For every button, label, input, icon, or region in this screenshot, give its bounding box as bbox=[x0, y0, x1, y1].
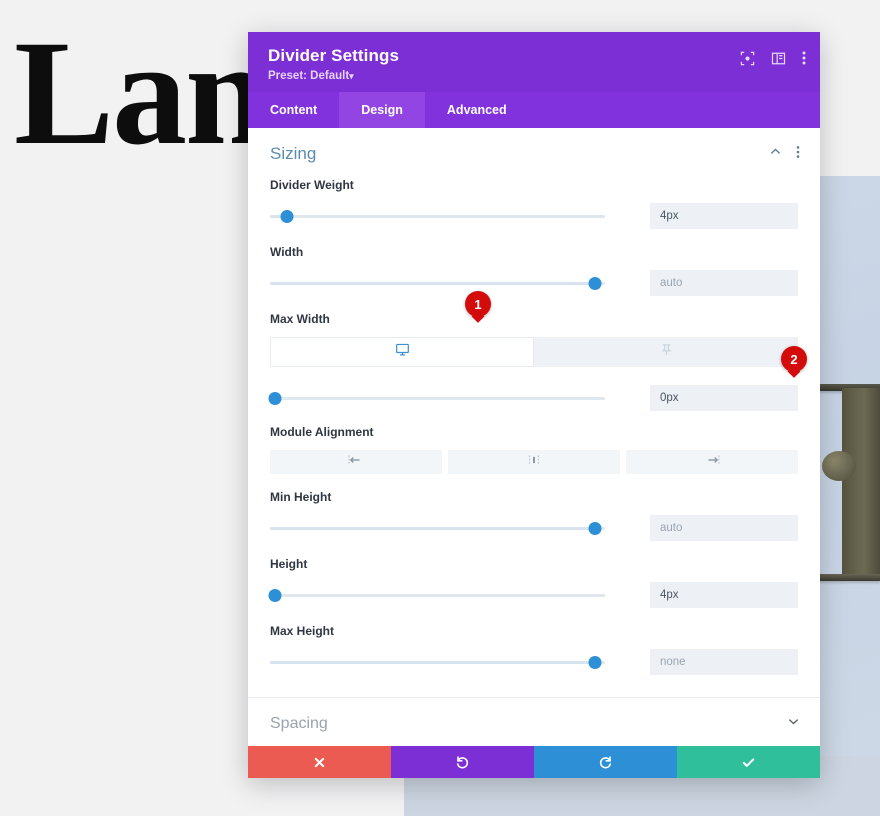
max-width-device-tabs bbox=[270, 337, 798, 367]
tab-content[interactable]: Content bbox=[248, 92, 339, 128]
field-label: Module Alignment bbox=[270, 425, 374, 439]
min-height-input[interactable] bbox=[650, 515, 798, 541]
section-spacing[interactable]: Spacing bbox=[248, 698, 820, 750]
field-height: Height bbox=[268, 557, 798, 608]
more-vertical-icon[interactable] bbox=[796, 145, 800, 164]
slider-track bbox=[270, 594, 605, 597]
align-left-icon bbox=[348, 453, 364, 471]
modal-header: Divider Settings Preset: Default▾ bbox=[248, 32, 820, 92]
section-title: Spacing bbox=[270, 715, 328, 732]
slider-knob[interactable] bbox=[268, 392, 282, 405]
more-vertical-icon[interactable] bbox=[802, 50, 806, 66]
responsive-pin-icon bbox=[660, 343, 673, 362]
slider-knob[interactable] bbox=[588, 522, 602, 535]
divider-settings-modal: Divider Settings Preset: Default▾ Conten… bbox=[248, 32, 820, 778]
height-input[interactable] bbox=[650, 582, 798, 608]
max-width-slider[interactable] bbox=[268, 391, 605, 405]
field-max-width: Max Width bbox=[268, 312, 798, 411]
field-label: Width bbox=[270, 245, 304, 259]
cancel-button[interactable] bbox=[248, 746, 391, 778]
control-row bbox=[270, 270, 798, 296]
slider-track bbox=[270, 215, 605, 218]
control-row bbox=[268, 385, 798, 411]
slider-knob[interactable] bbox=[280, 210, 294, 223]
min-height-slider[interactable] bbox=[270, 521, 605, 535]
slider-knob[interactable] bbox=[268, 589, 282, 602]
redo-icon bbox=[599, 755, 612, 768]
slider-fill bbox=[270, 661, 595, 664]
section-header-icons bbox=[769, 145, 800, 164]
focus-target-icon[interactable] bbox=[740, 51, 755, 66]
field-width: Width bbox=[270, 245, 798, 296]
field-label: Min Height bbox=[270, 490, 332, 504]
control-row bbox=[270, 515, 798, 541]
field-label: Height bbox=[270, 557, 308, 571]
height-slider[interactable] bbox=[268, 588, 605, 602]
modal-title: Divider Settings bbox=[268, 46, 400, 65]
modal-tabs: Content Design Advanced bbox=[248, 92, 820, 128]
width-slider[interactable] bbox=[270, 276, 605, 290]
slider-knob[interactable] bbox=[588, 656, 602, 669]
align-left-button[interactable] bbox=[270, 450, 442, 474]
field-min-height: Min Height bbox=[270, 490, 798, 541]
slider-track bbox=[270, 397, 605, 400]
modal-header-icons bbox=[740, 50, 806, 66]
device-tab-responsive[interactable] bbox=[534, 337, 798, 367]
tab-design[interactable]: Design bbox=[339, 92, 425, 128]
chevron-down-icon: ▾ bbox=[349, 71, 354, 81]
check-icon bbox=[742, 758, 755, 767]
control-row bbox=[270, 649, 798, 675]
callout-badge-1: 1 bbox=[465, 291, 491, 317]
slider-fill bbox=[270, 527, 595, 530]
background-left-panel bbox=[0, 176, 248, 756]
save-button[interactable] bbox=[677, 746, 820, 778]
sizing-fields: Divider Weight Width bbox=[248, 178, 820, 675]
divider-weight-input[interactable] bbox=[650, 203, 798, 229]
field-module-alignment: Module Alignment bbox=[270, 425, 798, 474]
max-height-input[interactable] bbox=[650, 649, 798, 675]
module-alignment-options bbox=[270, 450, 798, 474]
control-row bbox=[270, 203, 798, 229]
device-tab-desktop[interactable] bbox=[270, 337, 534, 367]
undo-button[interactable] bbox=[391, 746, 534, 778]
max-width-input[interactable] bbox=[650, 385, 798, 411]
desktop-icon bbox=[395, 342, 410, 362]
slider-fill bbox=[270, 282, 595, 285]
section-header-sizing: Sizing bbox=[248, 128, 820, 178]
control-row bbox=[268, 582, 798, 608]
callout-badge-2: 2 bbox=[781, 346, 807, 372]
section-title: Sizing bbox=[270, 144, 317, 163]
slider-knob[interactable] bbox=[588, 277, 602, 290]
preset-selector[interactable]: Preset: Default▾ bbox=[268, 70, 800, 82]
field-label: Max Width bbox=[270, 312, 330, 326]
modal-action-bar bbox=[248, 746, 820, 778]
photo-finial bbox=[822, 451, 856, 481]
align-right-button[interactable] bbox=[626, 450, 798, 474]
align-center-icon bbox=[526, 453, 542, 471]
chevron-down-icon bbox=[787, 715, 800, 733]
align-center-button[interactable] bbox=[448, 450, 620, 474]
panel-layout-icon[interactable] bbox=[771, 51, 786, 66]
align-right-icon bbox=[704, 453, 720, 471]
modal-body: Sizing Divider Weight 4px Width auto Max… bbox=[248, 128, 820, 778]
preset-label: Preset: Default bbox=[268, 70, 350, 82]
field-max-height: Max Height bbox=[270, 624, 798, 675]
undo-icon bbox=[456, 755, 469, 768]
width-input[interactable] bbox=[650, 270, 798, 296]
close-icon bbox=[314, 757, 325, 767]
tab-advanced[interactable]: Advanced bbox=[425, 92, 529, 128]
field-divider-weight: Divider Weight bbox=[270, 178, 798, 229]
field-label: Max Height bbox=[270, 624, 335, 638]
redo-button[interactable] bbox=[534, 746, 677, 778]
photo-post bbox=[842, 388, 880, 578]
field-label: Divider Weight bbox=[270, 178, 354, 192]
divider-weight-slider[interactable] bbox=[270, 209, 605, 223]
chevron-up-icon[interactable] bbox=[769, 145, 782, 163]
max-height-slider[interactable] bbox=[270, 655, 605, 669]
background-headline: Lan bbox=[14, 10, 268, 176]
